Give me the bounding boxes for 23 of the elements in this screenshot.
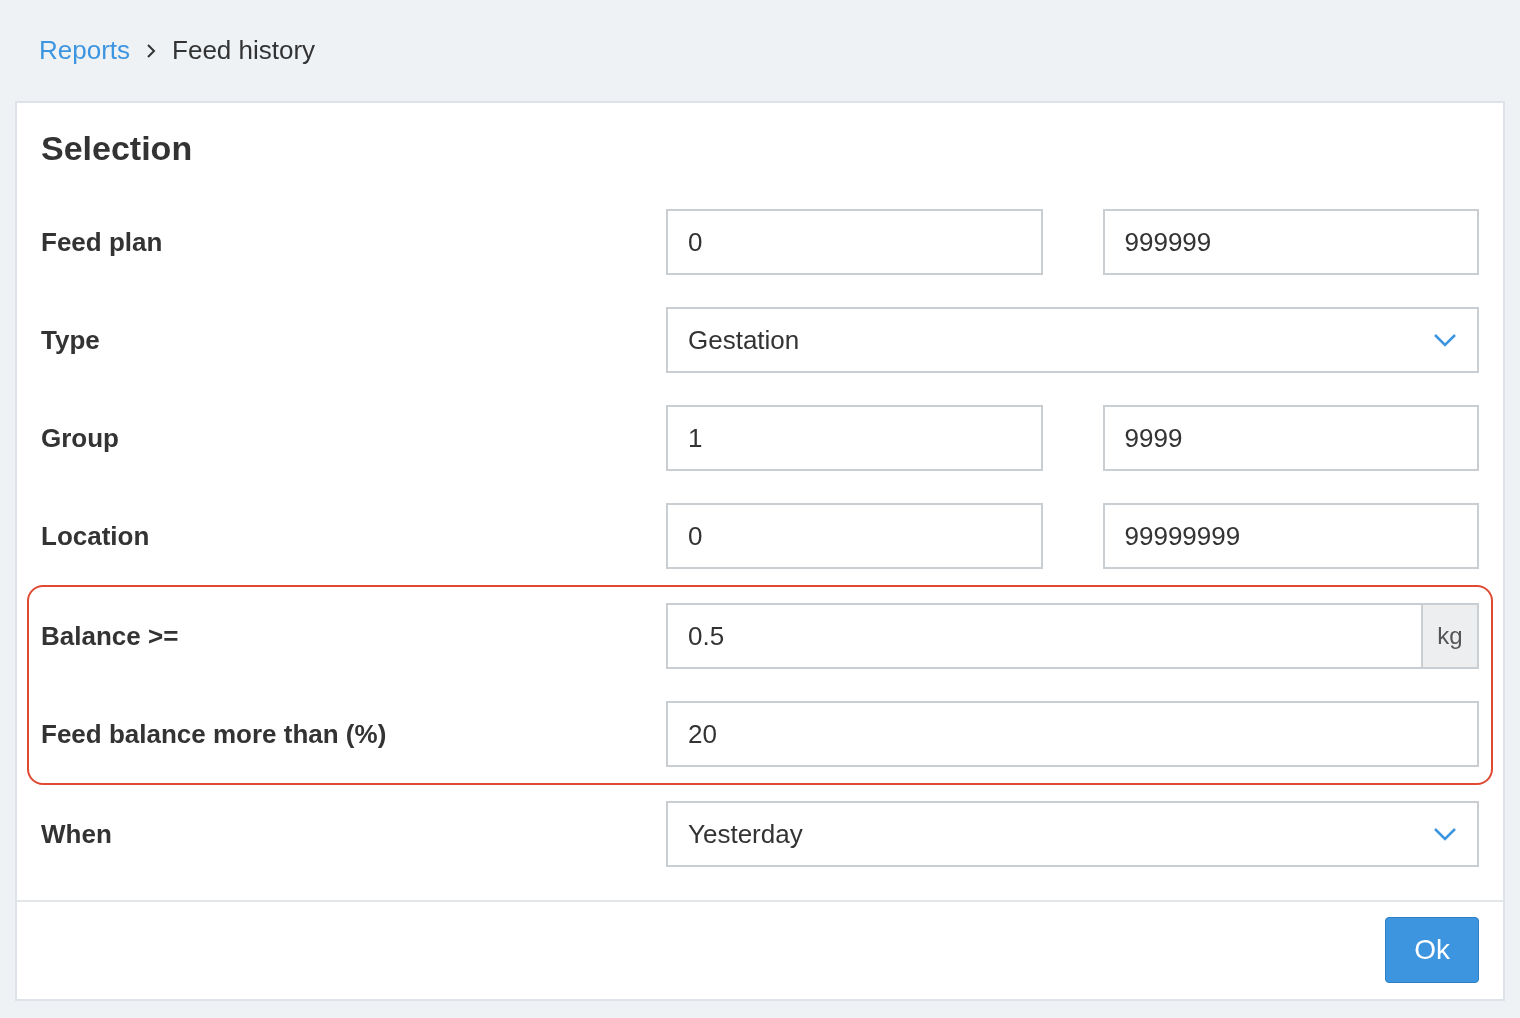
chevron-right-icon bbox=[146, 42, 157, 59]
field-label: Feed balance more than (%) bbox=[41, 718, 388, 750]
chevron-down-icon bbox=[1433, 827, 1457, 841]
breadcrumb-current: Feed history bbox=[172, 35, 316, 66]
unit-label: kg bbox=[1423, 603, 1479, 669]
field-label: When bbox=[41, 818, 113, 850]
input-field[interactable]: 20 bbox=[666, 701, 1479, 767]
select-dropdown[interactable]: Gestation bbox=[666, 307, 1479, 373]
from-input[interactable]: 0 bbox=[666, 503, 1043, 569]
chevron-down-icon bbox=[1433, 333, 1457, 347]
input-field[interactable]: 0.5 bbox=[666, 603, 1423, 669]
from-input[interactable]: 0 bbox=[666, 209, 1043, 275]
to-input[interactable]: 9999 bbox=[1102, 405, 1479, 471]
to-input[interactable]: 999999 bbox=[1102, 209, 1479, 275]
field-label: Type bbox=[41, 324, 101, 356]
field-label: Feed plan bbox=[41, 226, 164, 258]
field-label: Location bbox=[41, 520, 151, 552]
from-input[interactable]: 1 bbox=[666, 405, 1043, 471]
panel-title: Selection bbox=[41, 128, 194, 169]
field-label: Group bbox=[41, 422, 120, 454]
field-label: Balance >= bbox=[41, 620, 180, 652]
select-dropdown[interactable]: Yesterday bbox=[666, 801, 1479, 867]
to-input[interactable]: 99999999 bbox=[1102, 503, 1479, 569]
